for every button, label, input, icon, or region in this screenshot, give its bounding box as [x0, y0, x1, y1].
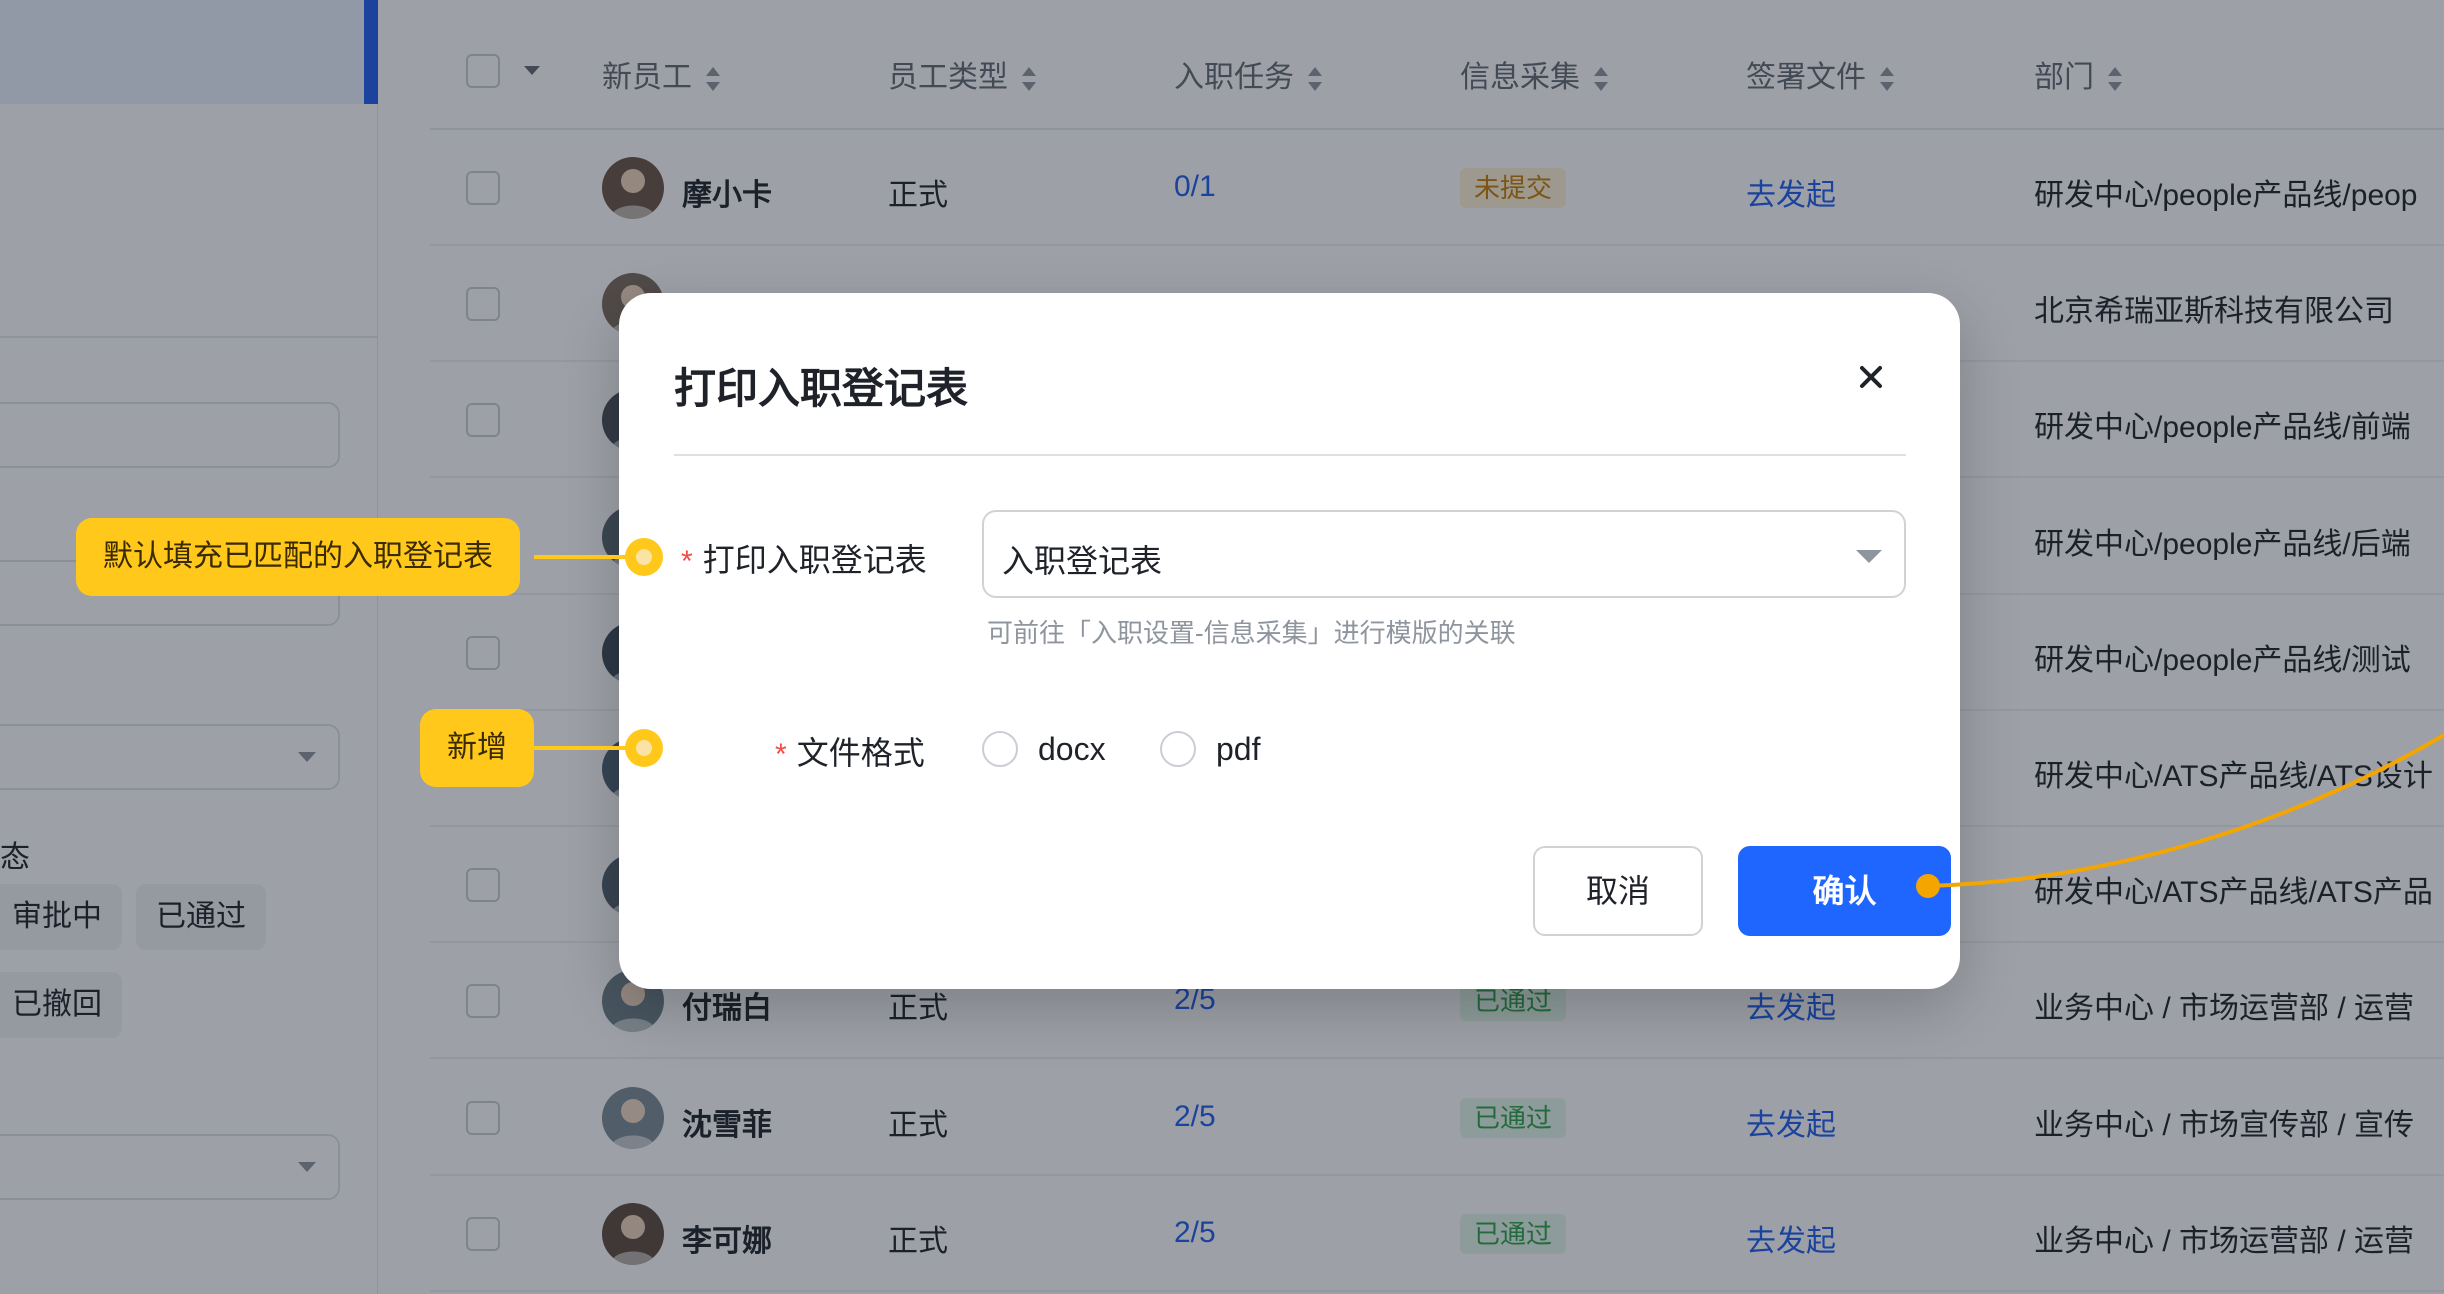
- close-icon[interactable]: [1851, 357, 1891, 397]
- annotation-callout: 默认填充已匹配的入职登记表: [76, 518, 520, 596]
- confirm-button[interactable]: 确认: [1738, 846, 1951, 936]
- template-field-label: * 打印入职登记表: [681, 542, 927, 578]
- dialog-divider: [674, 454, 1906, 456]
- radio-button[interactable]: [982, 731, 1018, 767]
- format-radio-pdf[interactable]: pdf: [1160, 729, 1260, 769]
- format-radio-docx[interactable]: docx: [982, 729, 1106, 769]
- annotation-dot: [625, 538, 663, 576]
- chevron-down-icon: [1856, 550, 1882, 563]
- template-hint: 可前往「入职设置-信息采集」进行模版的关联: [987, 618, 1516, 648]
- template-select[interactable]: 入职登记表: [982, 510, 1906, 598]
- template-select-value: 入职登记表: [1002, 543, 1163, 579]
- annotation-callout: 新增: [420, 709, 534, 787]
- radio-button[interactable]: [1160, 731, 1196, 767]
- annotation-dot: [625, 729, 663, 767]
- print-form-dialog: 打印入职登记表 * 打印入职登记表 入职登记表 可前往「入职设置-信息采集」进行模…: [619, 293, 1960, 989]
- format-option-label: pdf: [1216, 730, 1261, 767]
- dialog-title: 打印入职登记表: [674, 365, 969, 412]
- cancel-button[interactable]: 取消: [1533, 846, 1703, 936]
- format-option-label: docx: [1038, 730, 1106, 767]
- format-field-label: * 文件格式: [775, 735, 925, 771]
- required-mark: *: [681, 545, 693, 578]
- required-mark: *: [775, 738, 787, 771]
